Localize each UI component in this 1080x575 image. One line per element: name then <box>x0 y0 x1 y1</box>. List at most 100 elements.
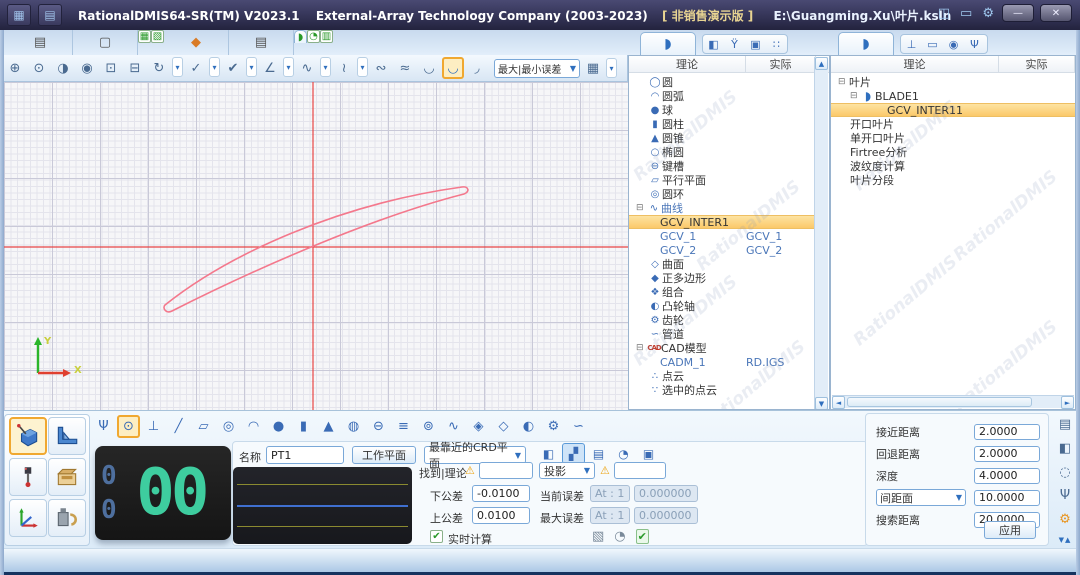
caliper-button[interactable] <box>48 417 86 455</box>
mode-tab-icon[interactable]: ▞ <box>562 443 585 464</box>
ribbon-tab[interactable]: ▥ <box>320 30 333 43</box>
ribbon-tab[interactable]: ▢ <box>73 30 138 55</box>
expander-icon[interactable]: ⊟ <box>850 91 861 101</box>
mode-tab-icon[interactable]: ◔ <box>612 443 635 464</box>
tree-row[interactable]: ◇ 曲面 <box>629 257 817 271</box>
geometry-tool-icon[interactable]: ╱ <box>167 415 190 438</box>
view-tool-icon[interactable]: ▾ <box>357 57 368 77</box>
tree-row[interactable]: ❖ 组合 <box>629 285 817 299</box>
side-icon[interactable]: ◧ <box>1059 441 1071 456</box>
mode-tab-icon[interactable]: ▣ <box>637 443 660 464</box>
error-mode-dropdown[interactable]: 最大|最小误差▼ <box>494 59 580 78</box>
tree-row[interactable]: GCV_INTER1 <box>629 215 817 229</box>
mode-tab-icon[interactable]: ▤ <box>587 443 610 464</box>
tree-row[interactable]: ⚙ 齿轮 <box>629 313 817 327</box>
scroll-down-icon[interactable]: ▼ <box>815 397 828 410</box>
view-tool-icon[interactable]: ≀ <box>333 57 355 79</box>
minitab-icon[interactable]: ▭ <box>922 38 943 51</box>
toolbox-button[interactable] <box>48 458 86 496</box>
machine-tools-button[interactable] <box>48 499 86 537</box>
geometry-tool-icon[interactable]: ◎ <box>217 415 240 438</box>
geometry-tool-icon[interactable]: ▱ <box>192 415 215 438</box>
chevron-down-icon[interactable]: ▼ <box>956 493 962 502</box>
view-tool-icon[interactable]: ⊡ <box>100 57 122 79</box>
param-input[interactable]: 4.0000 <box>974 468 1040 484</box>
machine-link-icon[interactable]: ⚙ <box>980 6 996 21</box>
view-tool-icon[interactable]: ▾ <box>246 57 257 77</box>
feature-tree-tab[interactable]: ◗ <box>640 32 696 55</box>
view-tool-icon[interactable]: ∠ <box>259 57 281 79</box>
geometry-tool-icon[interactable]: ⊙ <box>117 415 140 438</box>
tree-row[interactable]: ∴ 点云 <box>629 369 817 383</box>
tree-row[interactable]: ○ 椭圆 <box>629 145 817 159</box>
tree-row[interactable]: ∽ 管道 <box>629 327 817 341</box>
scroll-left-icon[interactable]: ◄ <box>832 396 845 409</box>
action-icon[interactable]: ◔ <box>614 529 625 544</box>
geometry-tool-icon[interactable]: ⚙ <box>542 415 565 438</box>
geometry-tool-icon[interactable]: ◠ <box>242 415 265 438</box>
view-tool-icon[interactable]: ◡ <box>418 57 440 79</box>
blade-tree-tab[interactable]: ◗ <box>838 32 894 55</box>
grid-options-icon[interactable]: ▦ <box>582 57 604 79</box>
geometry-tool-icon[interactable]: ∽ <box>567 415 590 438</box>
actual-column-header[interactable]: 实际 <box>999 56 1075 72</box>
geometry-tool-icon[interactable]: ◈ <box>467 415 490 438</box>
name-input[interactable]: PT1 <box>266 446 344 464</box>
ribbon-tab[interactable]: ▧ <box>151 30 164 43</box>
view-tool-icon[interactable]: ▾ <box>172 57 183 77</box>
geometry-tool-icon[interactable]: ◍ <box>342 415 365 438</box>
tree-row[interactable]: ⊟ ∿ 曲线 <box>629 201 817 215</box>
geometry-tool-icon[interactable]: ● <box>267 415 290 438</box>
lower-tolerance-input[interactable]: -0.0100 <box>472 485 530 502</box>
tree-row[interactable]: ◎ 圆环 <box>629 187 817 201</box>
tree-row[interactable]: GCV_INTER11 <box>831 103 1075 117</box>
geometry-tool-icon[interactable]: ⊥ <box>142 415 165 438</box>
view-tool-icon[interactable]: ◉ <box>76 57 98 79</box>
view-tool-icon[interactable]: ▾ <box>209 57 220 77</box>
view-tool-icon[interactable]: ⊙ <box>28 57 50 79</box>
tree-row[interactable]: ◠ 圆弧 <box>629 89 817 103</box>
ribbon-tab[interactable]: ▦ <box>138 30 151 43</box>
minitab-icon[interactable]: ⊥ <box>901 38 922 51</box>
close-button[interactable]: ✕ <box>1040 4 1072 22</box>
scroll-up-icon[interactable]: ▲ <box>815 57 828 70</box>
minitab-icon[interactable]: ◧ <box>703 38 724 51</box>
machine-probe-button[interactable] <box>9 417 47 455</box>
param-input[interactable]: 2.0000 <box>974 424 1040 440</box>
minitab-icon[interactable]: Ÿ <box>724 38 745 51</box>
view-tool-icon[interactable]: ✔ <box>222 57 244 79</box>
tree-row[interactable]: 单开口叶片 <box>831 131 1075 145</box>
side-icon[interactable]: ▼▲ <box>1059 536 1072 544</box>
view-tool-icon[interactable]: ⊕ <box>4 57 26 79</box>
ribbon-tab[interactable]: ▤ <box>229 30 294 55</box>
view-tool-icon[interactable]: ◑ <box>52 57 74 79</box>
geometry-tool-icon[interactable]: ◐ <box>517 415 540 438</box>
monitor-link-icon[interactable]: ▭ <box>958 6 974 21</box>
found-input[interactable] <box>479 462 533 479</box>
scrollbar-thumb[interactable] <box>847 397 1032 407</box>
tree-row[interactable]: ▲ 圆锥 <box>629 131 817 145</box>
expander-icon[interactable]: ⊟ <box>636 203 647 213</box>
side-icon[interactable]: Ψ <box>1060 488 1070 503</box>
side-icon[interactable]: ◌ <box>1059 465 1070 480</box>
probe-button[interactable] <box>9 458 47 496</box>
scroll-right-icon[interactable]: ► <box>1061 396 1074 409</box>
projection-dropdown[interactable]: 投影▼ <box>539 462 595 479</box>
projection-input[interactable] <box>614 462 666 479</box>
side-icon[interactable]: ⚙ <box>1059 512 1071 527</box>
tree-row[interactable]: CADM_1 RD.IGS <box>629 355 817 369</box>
param-input[interactable]: 10.0000 <box>974 490 1040 506</box>
upper-tolerance-input[interactable]: 0.0100 <box>472 507 530 524</box>
view-tool-icon[interactable]: ▾ <box>320 57 331 77</box>
geometry-tool-icon[interactable]: ◇ <box>492 415 515 438</box>
tree-row[interactable]: Firtree分析 <box>831 145 1075 159</box>
view-tool-icon[interactable]: ◞ <box>466 57 488 79</box>
tree-row[interactable]: ◐ 凸轮轴 <box>629 299 817 313</box>
tree-row[interactable]: 开口叶片 <box>831 117 1075 131</box>
menu-icon[interactable]: ▤ <box>38 4 62 26</box>
mode-tab-icon[interactable]: ◧ <box>537 443 560 464</box>
tree-row[interactable]: ◆ 正多边形 <box>629 271 817 285</box>
action-icon[interactable]: ✔ <box>636 529 649 544</box>
view-tool-icon[interactable]: ≈ <box>394 57 416 79</box>
joystick-icon[interactable]: ◫ <box>936 6 952 21</box>
